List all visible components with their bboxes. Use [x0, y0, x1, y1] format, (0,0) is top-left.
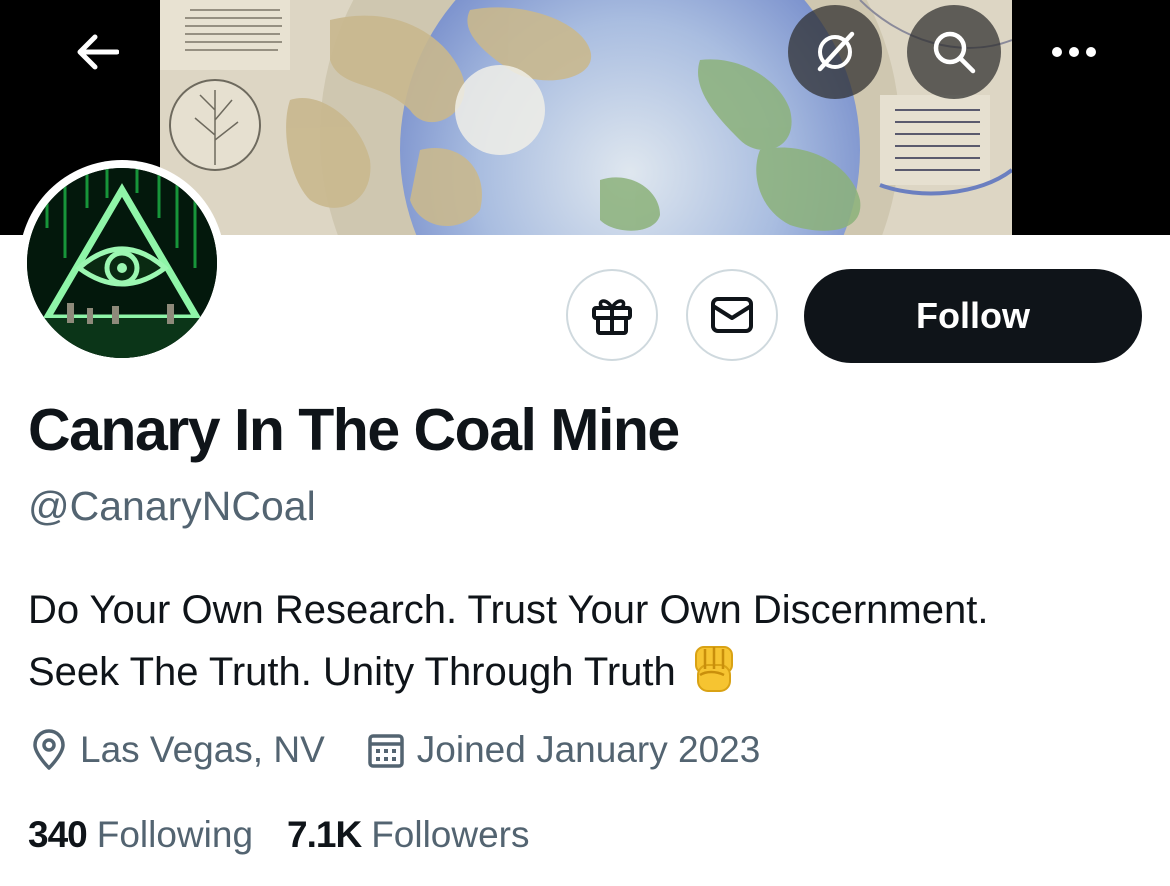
search-icon: [933, 31, 976, 74]
join-date: Joined January 2023: [367, 729, 761, 771]
profile-handle: @CanaryNCoal: [28, 483, 316, 529]
bio-line-1: Do Your Own Research. Trust Your Own Dis…: [28, 588, 989, 632]
search-button[interactable]: [907, 5, 1001, 99]
bio-line-2: Seek The Truth. Unity Through Truth: [28, 641, 1148, 703]
location: Las Vegas, NV: [30, 729, 325, 771]
following-label: Following: [96, 814, 254, 855]
profile-bio: Do Your Own Research. Trust Your Own Dis…: [28, 580, 1148, 703]
join-date-text: Joined January 2023: [416, 729, 761, 770]
banner-image: [160, 0, 1012, 235]
message-button[interactable]: [686, 269, 778, 361]
profile-page: Follow Canary In The Coal Mine @CanaryNC…: [0, 0, 1170, 886]
avatar[interactable]: [19, 160, 225, 366]
back-button[interactable]: [62, 17, 132, 87]
grok-button[interactable]: [788, 5, 882, 99]
back-arrow-icon: [77, 34, 119, 70]
more-options-button[interactable]: [1038, 17, 1110, 87]
grok-icon: [817, 31, 855, 72]
follow-stats: 340 Following 7.1K Followers: [28, 810, 530, 860]
followers-stat[interactable]: 7.1K Followers: [287, 814, 529, 856]
followers-count: 7.1K: [287, 814, 362, 855]
location-pin-icon: [33, 729, 65, 770]
followers-label: Followers: [371, 814, 530, 855]
message-icon: [711, 297, 753, 333]
more-icon: [1052, 47, 1096, 57]
display-name: Canary In The Coal Mine: [28, 397, 680, 463]
following-count: 340: [28, 814, 88, 855]
avatar-image: [27, 168, 217, 358]
gift-button[interactable]: [566, 269, 658, 361]
all-seeing-eye-image: [27, 168, 217, 358]
bio-line-2-text: Seek The Truth. Unity Through Truth: [28, 650, 676, 694]
location-text: Las Vegas, NV: [80, 729, 325, 770]
calendar-icon: [368, 734, 404, 768]
following-stat[interactable]: 340 Following: [28, 814, 253, 856]
gift-icon: [592, 299, 632, 335]
follow-button[interactable]: Follow: [804, 269, 1142, 363]
fist-icon: [694, 646, 733, 692]
profile-meta: Las Vegas, NV Joined January 2023: [30, 724, 760, 776]
